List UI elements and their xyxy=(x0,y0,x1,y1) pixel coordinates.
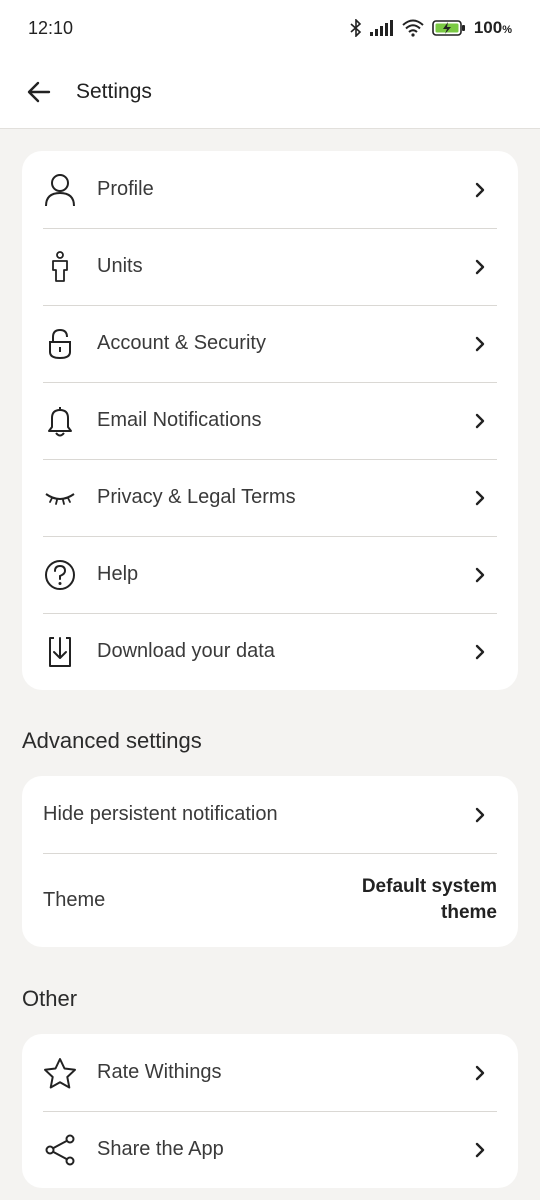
chevron-right-icon xyxy=(472,644,488,660)
menu-item-download-data[interactable]: Download your data xyxy=(22,613,518,690)
signal-icon xyxy=(369,20,393,36)
wifi-icon xyxy=(402,19,424,37)
menu-item-label: Help xyxy=(97,563,139,585)
share-icon xyxy=(43,1133,77,1167)
download-icon xyxy=(43,635,77,669)
menu-item-label: Privacy & Legal Terms xyxy=(97,486,296,508)
advanced-settings-title: Advanced settings xyxy=(22,728,202,753)
closed-eye-icon xyxy=(43,481,77,515)
menu-item-label: Share the App xyxy=(97,1138,224,1160)
menu-item-units[interactable]: Units xyxy=(22,228,518,305)
battery-percent: 100% xyxy=(473,18,512,37)
chevron-right-icon xyxy=(472,567,488,583)
padlock-icon xyxy=(43,327,77,361)
bell-icon xyxy=(43,404,77,438)
main-settings-card: Profile Units Account & Security Email N… xyxy=(22,151,518,690)
back-button[interactable] xyxy=(26,79,52,105)
menu-item-label: Rate Withings xyxy=(97,1061,222,1083)
menu-item-label: Email Notifications xyxy=(97,409,262,431)
status-time: 12:10 xyxy=(28,17,74,38)
menu-item-label: Download your data xyxy=(97,640,275,662)
menu-item-email-notifications[interactable]: Email Notifications xyxy=(22,382,518,459)
menu-item-label: Units xyxy=(97,255,143,277)
menu-item-privacy-legal[interactable]: Privacy & Legal Terms xyxy=(22,459,518,536)
person-icon xyxy=(43,173,77,207)
page-title: Settings xyxy=(76,80,152,103)
chevron-right-icon xyxy=(472,807,488,823)
arrow-left-icon xyxy=(27,81,51,103)
menu-item-help[interactable]: Help xyxy=(22,536,518,613)
chevron-right-icon xyxy=(472,1065,488,1081)
theme-value: Default system theme xyxy=(361,876,497,923)
chevron-right-icon xyxy=(472,182,488,198)
other-title: Other xyxy=(22,986,78,1011)
chevron-right-icon xyxy=(472,413,488,429)
status-icons: 100% xyxy=(350,18,512,38)
battery-charging-icon xyxy=(432,20,465,36)
menu-item-profile[interactable]: Profile xyxy=(22,151,518,228)
chevron-right-icon xyxy=(472,259,488,275)
menu-item-label: Hide persistent notification xyxy=(43,803,278,825)
star-icon xyxy=(43,1056,77,1090)
menu-item-label: Profile xyxy=(97,178,154,200)
figure-icon xyxy=(43,250,77,284)
menu-item-label: Theme xyxy=(43,888,106,911)
rate-withings-item[interactable]: Rate Withings xyxy=(22,1034,518,1111)
advanced-settings-card: Hide persistent notification Theme Defau… xyxy=(22,776,518,947)
theme-item[interactable]: Theme Default system theme xyxy=(22,853,518,947)
chevron-right-icon xyxy=(472,1142,488,1158)
share-app-item[interactable]: Share the App xyxy=(22,1111,518,1188)
status-bar: 12:10 100% xyxy=(0,0,540,56)
chevron-right-icon xyxy=(472,490,488,506)
app-bar: Settings xyxy=(0,56,540,129)
hide-persistent-notification-item[interactable]: Hide persistent notification xyxy=(22,776,518,853)
menu-item-account-security[interactable]: Account & Security xyxy=(22,305,518,382)
other-card: Rate Withings Share the App xyxy=(22,1034,518,1188)
menu-item-label: Account & Security xyxy=(97,332,266,354)
help-circle-icon xyxy=(43,558,77,592)
chevron-right-icon xyxy=(472,336,488,352)
bluetooth-icon xyxy=(350,19,362,37)
